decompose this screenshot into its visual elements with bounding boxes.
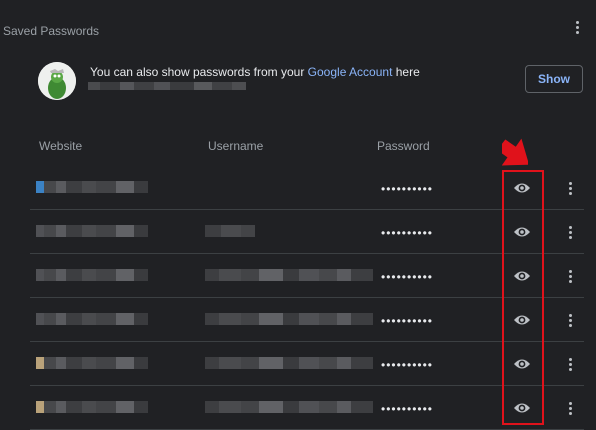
- website-redacted: [36, 225, 148, 237]
- website-redacted: [36, 357, 148, 369]
- password-masked: ••••••••••: [381, 402, 434, 416]
- row-more-icon[interactable]: [568, 314, 572, 327]
- username-redacted: [205, 401, 373, 413]
- username-redacted: [205, 269, 373, 281]
- column-website: Website: [39, 139, 83, 153]
- row-more-icon[interactable]: [568, 402, 572, 415]
- password-masked: ••••••••••: [381, 270, 434, 284]
- saved-passwords-panel: Saved Passwords You can also show passwo…: [0, 0, 596, 430]
- google-account-link[interactable]: Google Account: [308, 65, 393, 79]
- panel-title: Saved Passwords: [3, 24, 100, 38]
- website-redacted: [36, 313, 148, 325]
- row-more-icon[interactable]: [568, 270, 572, 283]
- website-redacted: [36, 401, 148, 413]
- column-password: Password: [377, 139, 430, 153]
- password-masked: ••••••••••: [381, 226, 434, 240]
- row-more-icon[interactable]: [568, 182, 572, 195]
- username-redacted: [205, 357, 373, 369]
- email-redacted: [88, 82, 246, 90]
- row-more-icon[interactable]: [568, 226, 572, 239]
- row-more-icon[interactable]: [568, 358, 572, 371]
- website-redacted: [36, 181, 148, 193]
- message-prefix: You can also show passwords from your: [90, 65, 308, 79]
- password-masked: ••••••••••: [381, 358, 434, 372]
- username-redacted: [205, 225, 255, 237]
- show-button[interactable]: Show: [525, 65, 583, 93]
- google-account-message: You can also show passwords from your Go…: [90, 65, 420, 79]
- column-username: Username: [208, 139, 264, 153]
- username-redacted: [205, 313, 373, 325]
- password-masked: ••••••••••: [381, 182, 434, 196]
- red-arrow-icon: [502, 138, 528, 166]
- website-redacted: [36, 269, 148, 281]
- password-masked: ••••••••••: [381, 314, 434, 328]
- highlight-box: [502, 170, 544, 425]
- avatar: [38, 62, 76, 100]
- more-menu-icon[interactable]: [575, 21, 579, 34]
- message-suffix: here: [392, 65, 420, 79]
